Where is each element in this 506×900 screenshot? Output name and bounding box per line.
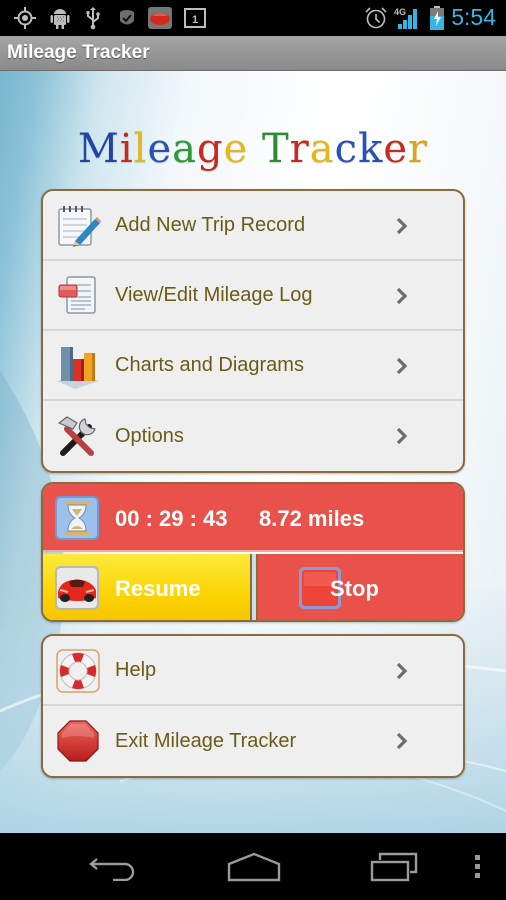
car-icon xyxy=(55,566,99,610)
logo-letter: k xyxy=(358,126,384,172)
elapsed-time: 00 : 29 : 43 xyxy=(115,506,228,531)
action-bar: Mileage Tracker xyxy=(0,36,506,71)
main-menu: Add New Trip Record View/Edit Mileage Lo… xyxy=(41,189,465,473)
android-debug-icon xyxy=(48,6,72,30)
logo-letter: l xyxy=(133,126,148,172)
menu-item-options[interactable]: Options xyxy=(43,401,463,471)
notepad-pencil-icon xyxy=(55,203,101,249)
secondary-menu: Help Exit Mileage Tracker xyxy=(41,634,465,778)
gps-icon xyxy=(12,6,38,30)
app-title: Mileage Tracker xyxy=(7,42,150,63)
lifebuoy-icon xyxy=(55,648,101,694)
menu-item-add-trip[interactable]: Add New Trip Record xyxy=(43,191,463,261)
document-log-icon xyxy=(55,273,101,319)
logo-letter: e xyxy=(383,126,408,172)
stop-button[interactable]: Stop xyxy=(256,554,463,620)
chevron-right-icon xyxy=(395,730,409,752)
logo-letter xyxy=(248,126,262,172)
main-content: Mileage Tracker Add New Trip Record View… xyxy=(0,71,506,833)
logo-letter: r xyxy=(289,126,310,172)
overflow-menu-icon[interactable] xyxy=(470,851,486,883)
chevron-right-icon xyxy=(395,425,409,447)
trip-tracker-panel: 00 : 29 : 43 8.72 miles Resume Stop xyxy=(41,482,465,622)
calendar-icon: 1 xyxy=(183,6,207,30)
recent-apps-icon[interactable] xyxy=(370,851,420,883)
svg-text:4G: 4G xyxy=(394,7,406,17)
logo-letter: r xyxy=(407,126,429,172)
status-bar: 1 4G 5:54 xyxy=(0,0,506,36)
alarm-icon xyxy=(364,6,388,30)
hourglass-icon xyxy=(55,496,99,540)
tools-icon xyxy=(55,413,101,459)
battery-charging-icon xyxy=(428,6,446,30)
back-icon[interactable] xyxy=(86,851,138,883)
logo-letter: g xyxy=(196,126,224,172)
home-icon[interactable] xyxy=(226,851,282,883)
tracker-status: 00 : 29 : 43 8.72 miles xyxy=(43,484,463,552)
navigation-bar xyxy=(0,833,506,900)
trip-distance: 8.72 miles xyxy=(259,506,365,531)
app-logo: Mileage Tracker xyxy=(0,126,506,172)
chevron-right-icon xyxy=(395,215,409,237)
clock: 5:54 xyxy=(451,4,496,30)
signal-4g-icon: 4G xyxy=(394,6,420,30)
logo-letter: c xyxy=(334,126,359,172)
menu-item-charts[interactable]: Charts and Diagrams xyxy=(43,331,463,401)
menu-item-exit[interactable]: Exit Mileage Tracker xyxy=(43,706,463,776)
chevron-right-icon xyxy=(395,285,409,307)
logo-letter: a xyxy=(309,126,335,172)
resume-button[interactable]: Resume xyxy=(43,554,252,620)
car-app-icon xyxy=(147,6,173,30)
menu-item-help[interactable]: Help xyxy=(43,636,463,706)
logo-letter: M xyxy=(77,126,120,172)
stop-sign-icon xyxy=(55,718,101,764)
svg-text:1: 1 xyxy=(192,14,198,26)
logo-letter: a xyxy=(172,126,197,172)
logo-letter: e xyxy=(223,126,249,172)
app-notification-icon xyxy=(116,6,138,30)
bar-chart-icon xyxy=(55,343,101,389)
logo-letter: e xyxy=(147,126,173,172)
logo-letter: T xyxy=(261,126,290,172)
menu-item-view-log[interactable]: View/Edit Mileage Log xyxy=(43,261,463,331)
chevron-right-icon xyxy=(395,660,409,682)
usb-icon xyxy=(83,6,103,30)
logo-letter: i xyxy=(119,126,134,172)
chevron-right-icon xyxy=(395,355,409,377)
